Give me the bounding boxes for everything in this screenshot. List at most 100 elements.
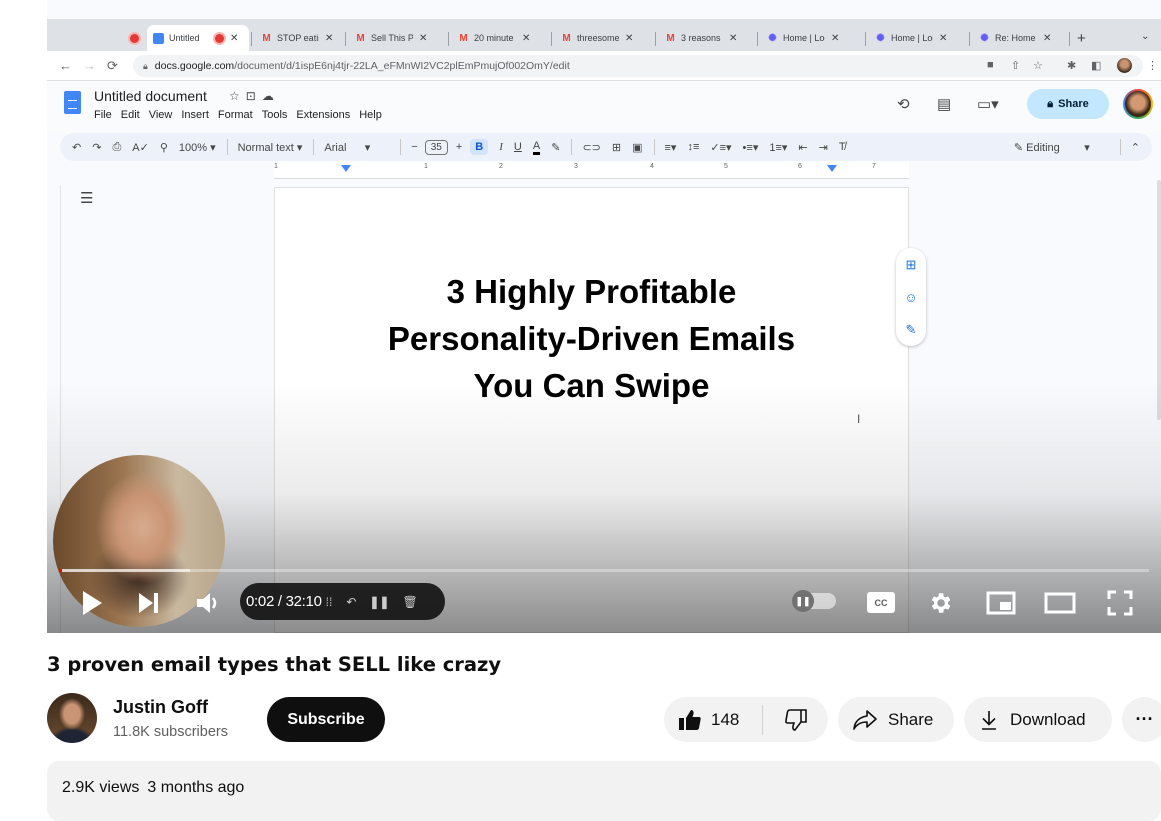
numbered-list-icon[interactable]: 1≡▾	[769, 141, 787, 154]
cloud-status-icon[interactable]: ☁	[262, 89, 280, 103]
camera-icon[interactable]: ■	[987, 59, 994, 71]
add-comment-icon[interactable]: ⊞	[906, 257, 917, 273]
close-tab-icon[interactable]: ✕	[939, 33, 947, 44]
pause-recording-icon[interactable]: ❚❚	[369, 595, 389, 609]
star-icon[interactable]: ☆	[229, 89, 246, 103]
align-icon[interactable]: ≡▾	[665, 141, 677, 154]
docs-logo-icon[interactable]	[64, 91, 81, 114]
increase-font-size-icon[interactable]: +	[456, 141, 462, 153]
line-spacing-icon[interactable]: ↕≡	[687, 141, 699, 153]
dislike-button[interactable]	[763, 708, 828, 731]
restart-icon[interactable]: ↶	[346, 595, 356, 609]
miniplayer-icon[interactable]	[985, 590, 1017, 616]
highlight-icon[interactable]: ✎	[551, 141, 560, 154]
close-tab-icon[interactable]: ✕	[831, 33, 839, 44]
emoji-reaction-icon[interactable]: ☺	[904, 290, 917, 305]
document-title[interactable]: Untitled document	[94, 88, 207, 104]
style-select[interactable]: Normal text ▾	[238, 141, 303, 154]
browser-tab[interactable]: Mthreesome ✕	[555, 25, 649, 51]
browser-tab[interactable]: ✺ Re: Home | ✕	[973, 25, 1067, 51]
back-icon[interactable]: ←	[59, 58, 72, 73]
captions-button[interactable]: CC	[867, 592, 895, 613]
version-history-icon[interactable]: ⟲	[897, 95, 910, 113]
browser-tab[interactable]: M 3 reasons B ✕	[659, 25, 753, 51]
zoom-select[interactable]: 100% ▾	[179, 141, 216, 154]
reload-icon[interactable]: ⟳	[107, 58, 118, 74]
browser-tab[interactable]: M STOP eating ✕	[255, 25, 349, 51]
channel-avatar[interactable]	[47, 693, 97, 743]
decrease-indent-icon[interactable]: ⇤	[798, 141, 807, 154]
menu-help[interactable]: Help	[359, 109, 382, 121]
left-indent-marker[interactable]	[341, 165, 351, 172]
settings-gear-icon[interactable]	[925, 588, 955, 618]
link-icon[interactable]: ⊂⊃	[582, 141, 600, 154]
browser-menu-icon[interactable]: ⋮	[1147, 59, 1158, 72]
comments-icon[interactable]: ▤	[937, 95, 951, 113]
share-button[interactable]: 🔒︎ Share	[1027, 89, 1109, 119]
editing-mode-select[interactable]: ✎ Editing ▾	[1014, 141, 1090, 154]
insert-image-icon[interactable]: ▣	[632, 141, 642, 154]
add-comment-icon[interactable]: ⊞	[612, 141, 621, 154]
print-icon[interactable]: ⎙	[112, 141, 121, 154]
close-tab-icon[interactable]: ✕	[419, 33, 427, 44]
checklist-icon[interactable]: ✓≡▾	[710, 141, 731, 154]
drag-handle-icon[interactable]: ⁞⁞	[326, 595, 333, 609]
browser-tab[interactable]: ✺ Home | Loo ✕	[761, 25, 855, 51]
browser-tab[interactable]: M 20 minute c ✕	[452, 25, 546, 51]
underline-button[interactable]: U	[514, 141, 522, 153]
tab-search-button[interactable]: ⌄	[1141, 31, 1149, 42]
close-tab-icon[interactable]: ✕	[1043, 33, 1051, 44]
channel-name[interactable]: Justin Goff	[113, 697, 208, 718]
menu-edit[interactable]: Edit	[121, 109, 140, 121]
like-button[interactable]: 148	[664, 709, 762, 731]
extensions-icon[interactable]: ✱	[1067, 59, 1076, 72]
progress-bar[interactable]	[59, 569, 1149, 572]
subscribe-button[interactable]: Subscribe	[267, 697, 385, 742]
paint-format-icon[interactable]: ⚲	[160, 141, 168, 154]
share-video-button[interactable]: Share	[838, 697, 954, 742]
play-icon[interactable]	[77, 588, 107, 618]
menu-extensions[interactable]: Extensions	[296, 109, 350, 121]
menu-format[interactable]: Format	[218, 109, 253, 121]
right-indent-marker[interactable]	[827, 165, 837, 172]
forward-icon[interactable]: →	[83, 58, 96, 73]
undo-icon[interactable]: ↶	[72, 141, 81, 154]
download-button[interactable]: Download	[964, 697, 1112, 742]
fullscreen-icon[interactable]	[1105, 588, 1135, 618]
browser-tab[interactable]: Untitled ✕	[147, 25, 249, 51]
new-tab-button[interactable]: +	[1077, 30, 1086, 47]
bold-button[interactable]: B	[470, 139, 489, 155]
share-page-icon[interactable]: ⇧	[1011, 59, 1020, 72]
account-avatar[interactable]	[1123, 89, 1153, 119]
menu-view[interactable]: View	[149, 109, 173, 121]
decrease-font-size-icon[interactable]: −	[411, 141, 417, 153]
increase-indent-icon[interactable]: ⇥	[819, 141, 828, 154]
volume-icon[interactable]	[193, 588, 223, 618]
meet-icon[interactable]: ▭▾	[977, 95, 999, 113]
close-tab-icon[interactable]: ✕	[729, 33, 737, 44]
browser-profile-avatar[interactable]	[1117, 58, 1132, 73]
close-tab-icon[interactable]: ✕	[230, 33, 238, 44]
italic-button[interactable]: I	[499, 141, 503, 153]
text-color-button[interactable]: A	[532, 140, 541, 155]
menu-insert[interactable]: Insert	[181, 109, 209, 121]
suggest-edits-icon[interactable]: ✎	[906, 322, 917, 338]
font-select[interactable]: Arial ▾	[324, 141, 370, 154]
side-panel-icon[interactable]: ◧	[1091, 59, 1101, 72]
close-tab-icon[interactable]: ✕	[325, 33, 333, 44]
document-outline-icon[interactable]: ☰	[80, 189, 93, 207]
menu-file[interactable]: File	[94, 109, 112, 121]
move-folder-icon[interactable]: ⊡	[246, 89, 262, 103]
more-actions-button[interactable]: ···	[1122, 697, 1161, 742]
delete-recording-icon[interactable]: 🗑︎	[402, 595, 417, 609]
browser-tab[interactable]: ✺ Home | Loo ✕	[869, 25, 963, 51]
bulleted-list-icon[interactable]: •≡▾	[743, 141, 759, 154]
hide-menus-icon[interactable]: ⌃	[1131, 141, 1140, 154]
close-tab-icon[interactable]: ✕	[625, 33, 633, 44]
horizontal-ruler[interactable]: 1 1 2 3 4 5 6 7	[274, 161, 909, 179]
autoplay-toggle[interactable]: ❚❚	[792, 590, 836, 612]
bookmark-star-icon[interactable]: ☆	[1033, 59, 1043, 72]
browser-tab[interactable]: M Sell This Po ✕	[349, 25, 443, 51]
clear-formatting-icon[interactable]: T̸	[839, 141, 846, 153]
video-player[interactable]: Untitled ✕ M STOP eating ✕ M Sell This Po ✕ M 20 …	[47, 0, 1161, 633]
